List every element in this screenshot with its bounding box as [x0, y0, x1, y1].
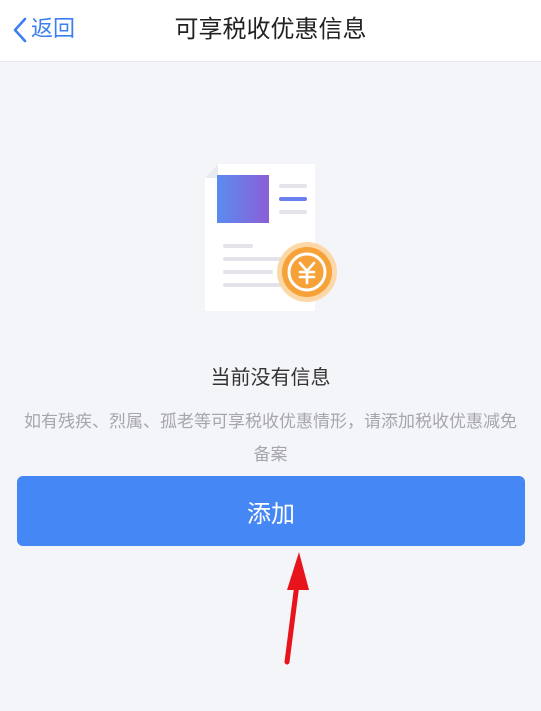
- empty-state-title: 当前没有信息: [210, 365, 331, 389]
- add-button[interactable]: 添加: [17, 476, 525, 546]
- nav-bar: 返回 可享税收优惠信息: [0, 0, 541, 62]
- empty-state-description: 如有残疾、烈属、孤老等可享税收优惠情形，请添加税收优惠减免备案: [24, 412, 517, 465]
- document-yuan-icon: [203, 164, 343, 314]
- tax-preference-page: 返回 可享税收优惠信息 当前没有信息 如有残疾、烈属、孤老等可享税收优惠情形，请…: [0, 0, 541, 711]
- red-arrow-icon: [270, 540, 330, 670]
- page-title: 可享税收优惠信息: [174, 15, 367, 43]
